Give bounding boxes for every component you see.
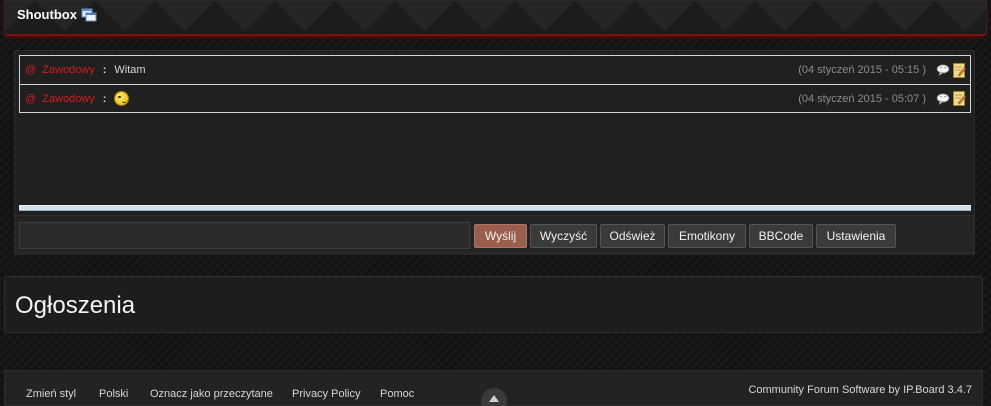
shoutbox-messages[interactable]: @ Zawodowy : Witam (04 styczeń 2015 - 05… xyxy=(19,55,971,113)
footer-link-change-style[interactable]: Zmień styl xyxy=(26,388,76,400)
shout-input[interactable] xyxy=(19,222,470,249)
arrow-up-icon xyxy=(489,395,499,402)
settings-button[interactable]: Ustawienia xyxy=(816,224,896,248)
shout-username[interactable]: Zawodowy xyxy=(42,64,95,76)
footer-link-mark-read[interactable]: Oznacz jako przeczytane xyxy=(150,388,273,400)
shout-row: @ Zawodowy : Witam (04 styczeń 2015 - 05… xyxy=(20,56,970,84)
svg-text:“ ”: “ ” xyxy=(940,96,947,102)
shoutbox-title-text: Shoutbox xyxy=(17,7,77,22)
footer-link-privacy[interactable]: Privacy Policy xyxy=(292,388,360,400)
announcements-title[interactable]: Ogłoszenia xyxy=(15,292,135,320)
shout-separator: : xyxy=(102,64,107,76)
announcements-panel: Ogłoszenia xyxy=(4,276,983,333)
shout-timestamp: (04 styczeń 2015 - 05:15 ) xyxy=(798,64,926,76)
footer-link-language[interactable]: Polski xyxy=(99,388,128,400)
quote-icon[interactable]: “ ” xyxy=(936,92,950,105)
shoutbox-divider-bar xyxy=(19,205,971,211)
shout-separator: : xyxy=(102,92,107,105)
clear-button[interactable]: Wyczyść xyxy=(530,224,597,248)
mention-at[interactable]: @ xyxy=(25,64,36,76)
refresh-button[interactable]: Odśwież xyxy=(600,224,665,248)
mention-at[interactable]: @ xyxy=(25,93,36,105)
shout-timestamp: (04 styczeń 2015 - 05:07 ) xyxy=(798,92,926,105)
shout-row: @ Zawodowy : (04 styczeń 2015 - 05:07 ) … xyxy=(20,84,970,112)
emoticons-button[interactable]: Emotikony xyxy=(668,224,746,248)
shoutbox-header: Shoutbox xyxy=(4,0,987,36)
edit-icon[interactable] xyxy=(953,91,966,106)
svg-text:“ ”: “ ” xyxy=(940,67,947,73)
windows-icon[interactable] xyxy=(81,8,97,22)
footer-link-help[interactable]: Pomoc xyxy=(380,388,414,400)
shout-text: Witam xyxy=(114,64,146,76)
smiley-icon xyxy=(114,91,130,106)
send-button[interactable]: Wyślij xyxy=(474,224,527,248)
edit-icon[interactable] xyxy=(953,62,966,78)
footer-credit[interactable]: Community Forum Software by IP.Board 3.4… xyxy=(748,384,972,396)
shoutbox-form: Wyślij Wyczyść Odśwież Emotikony BBCode … xyxy=(14,215,975,253)
bbcode-button[interactable]: BBCode xyxy=(749,224,813,248)
shoutbox-title: Shoutbox xyxy=(17,7,97,22)
quote-icon[interactable]: “ ” xyxy=(936,64,950,76)
shout-username[interactable]: Zawodowy xyxy=(42,93,95,105)
